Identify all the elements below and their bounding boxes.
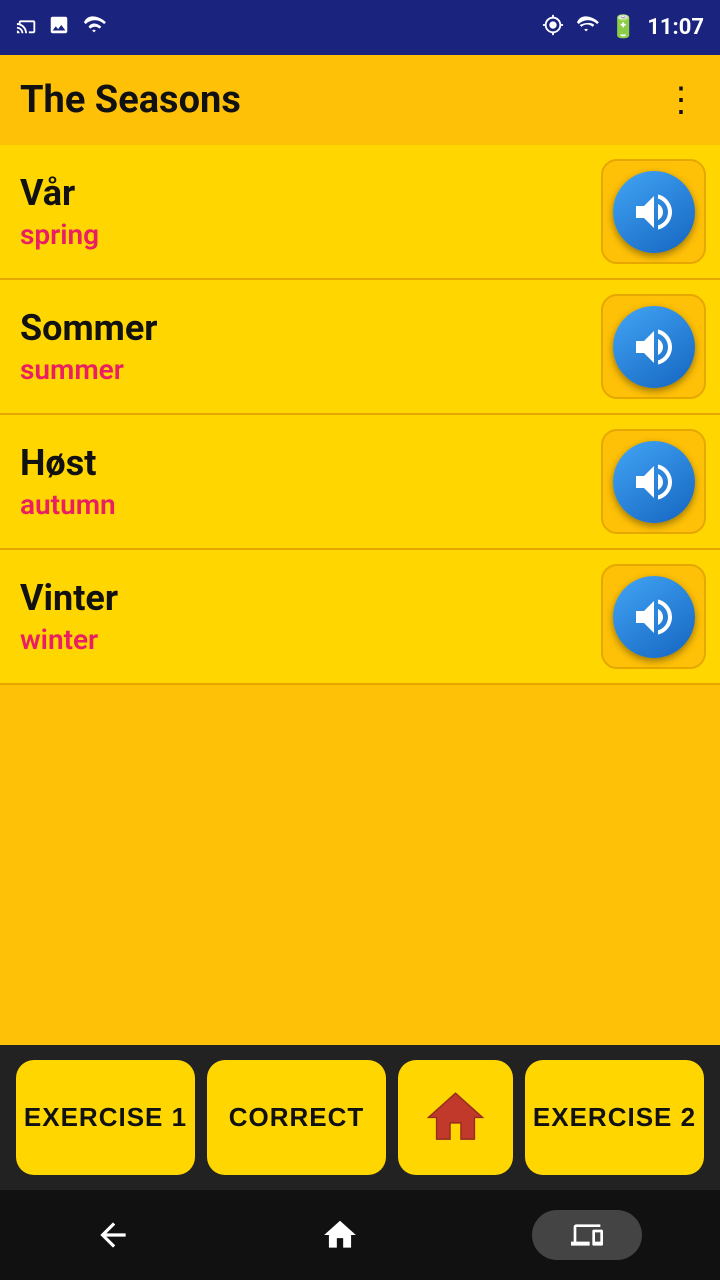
battery-icon: 🔋 <box>610 15 637 40</box>
signal-icon <box>574 14 600 41</box>
audio-circle <box>613 441 695 523</box>
word-native: Vår <box>20 172 99 214</box>
word-native: Høst <box>20 442 116 484</box>
list-item: Sommer summer <box>0 280 720 415</box>
word-native: Vinter <box>20 577 118 619</box>
word-text-group: Sommer summer <box>20 307 157 386</box>
empty-area <box>0 685 720 1045</box>
wifi-icon <box>80 14 108 41</box>
status-icons-right: 🔋 11:07 <box>542 14 704 41</box>
word-translation: autumn <box>20 488 116 521</box>
list-item: Vår spring <box>0 145 720 280</box>
exercise2-button[interactable]: EXERCISE 2 <box>525 1060 704 1175</box>
recent-apps-button[interactable] <box>532 1210 642 1260</box>
word-translation: winter <box>20 623 118 656</box>
word-text-group: Vinter winter <box>20 577 118 656</box>
word-translation: summer <box>20 353 157 386</box>
main-content: Vår spring Sommer summer <box>0 145 720 1045</box>
status-bar: 🔋 11:07 <box>0 0 720 55</box>
audio-button-sommer[interactable] <box>601 294 706 399</box>
audio-circle <box>613 576 695 658</box>
cast-icon <box>16 14 38 41</box>
audio-button-host[interactable] <box>601 429 706 534</box>
gps-icon <box>542 14 564 41</box>
status-time: 11:07 <box>647 15 704 40</box>
audio-circle <box>613 171 695 253</box>
home-button[interactable] <box>398 1060 513 1175</box>
word-native: Sommer <box>20 307 157 349</box>
app-title: The Seasons <box>20 78 241 122</box>
word-translation: spring <box>20 218 99 251</box>
word-text-group: Vår spring <box>20 172 99 251</box>
word-list: Vår spring Sommer summer <box>0 145 720 685</box>
audio-button-vinter[interactable] <box>601 564 706 669</box>
audio-button-var[interactable] <box>601 159 706 264</box>
audio-circle <box>613 306 695 388</box>
status-icons-left <box>16 14 108 41</box>
android-home-button[interactable] <box>305 1200 375 1270</box>
menu-button[interactable]: ⋮ <box>664 80 700 120</box>
word-text-group: Høst autumn <box>20 442 116 521</box>
list-item: Vinter winter <box>0 550 720 685</box>
image-icon <box>48 14 70 41</box>
bottom-buttons: EXERCISE 1 CORRECT EXERCISE 2 <box>0 1045 720 1190</box>
android-nav-bar <box>0 1190 720 1280</box>
correct-button[interactable]: CORRECT <box>207 1060 386 1175</box>
back-button[interactable] <box>78 1200 148 1270</box>
exercise1-button[interactable]: EXERCISE 1 <box>16 1060 195 1175</box>
app-header: The Seasons ⋮ <box>0 55 720 145</box>
list-item: Høst autumn <box>0 415 720 550</box>
